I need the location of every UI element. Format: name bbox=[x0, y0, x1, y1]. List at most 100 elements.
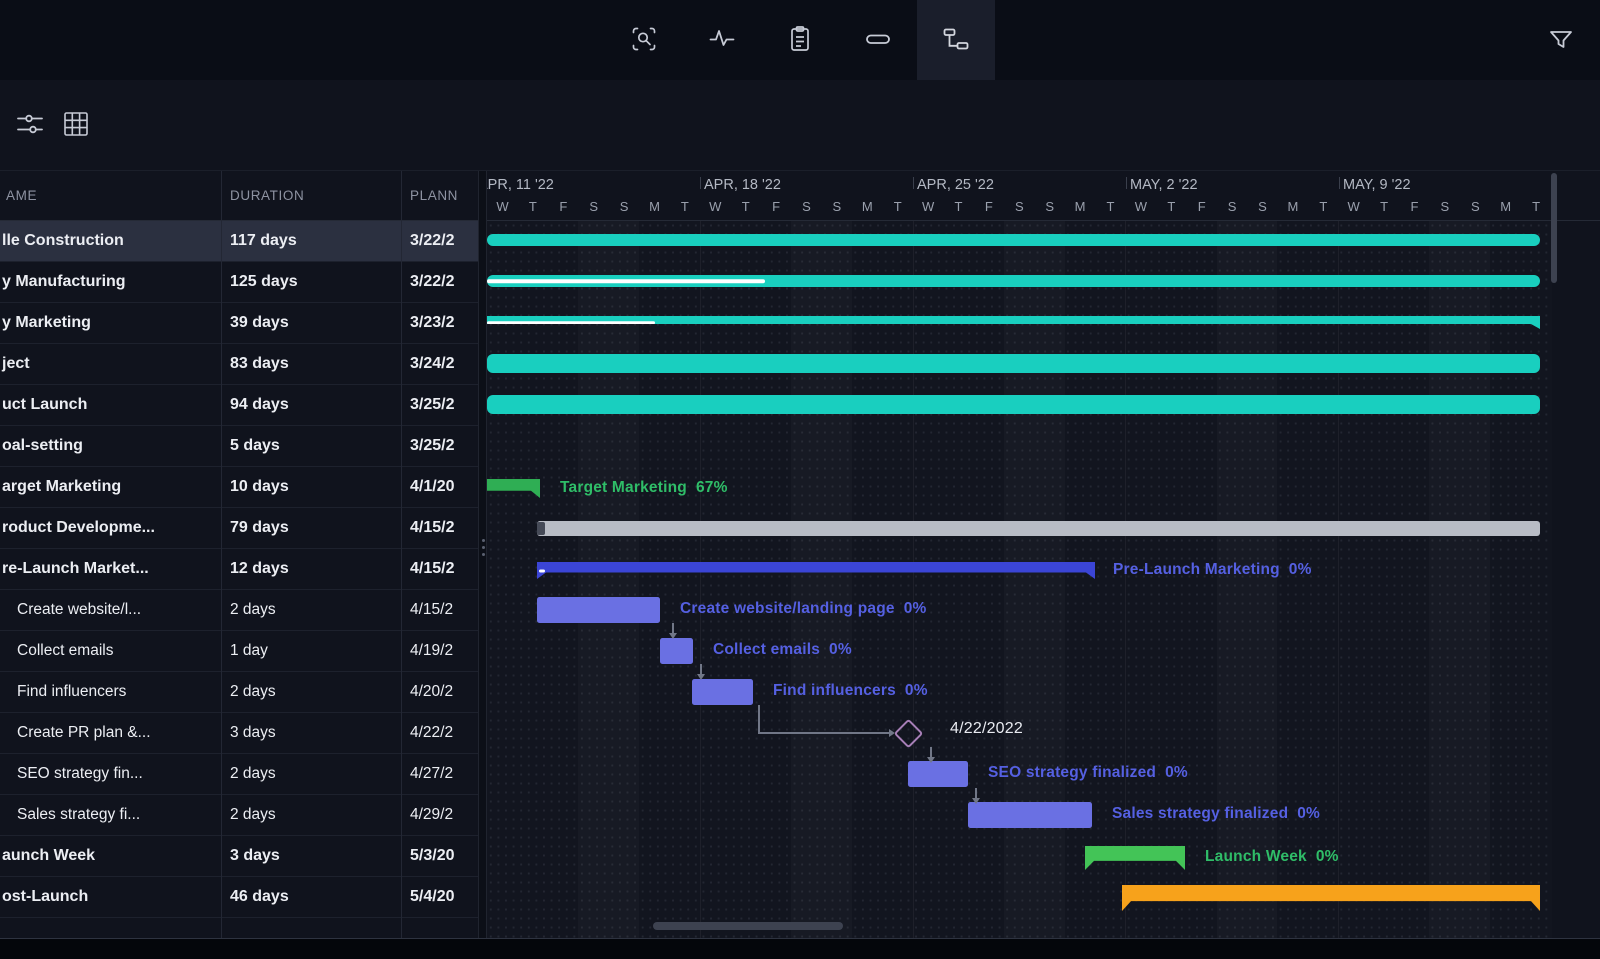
table-row-uct-launch[interactable]: uct Launch94 days3/25/2 bbox=[0, 385, 478, 426]
task-planned-date: 4/19/2 bbox=[402, 642, 478, 660]
task-duration: 94 days bbox=[222, 396, 402, 414]
view-switcher bbox=[605, 0, 995, 80]
table-row-collect-emails[interactable]: Collect emails1 day4/19/2 bbox=[0, 631, 478, 672]
day-label: W bbox=[700, 199, 731, 214]
column-header-name: AME bbox=[0, 188, 222, 203]
task-duration: 10 days bbox=[222, 478, 402, 496]
task-planned-date: 4/27/2 bbox=[402, 765, 478, 783]
task-name: Create website/l... bbox=[0, 601, 222, 619]
table-row-ject[interactable]: ject83 days3/24/2 bbox=[0, 344, 478, 385]
task-planned-date: 5/3/20 bbox=[402, 847, 478, 865]
table-row-y-marketing[interactable]: y Marketing39 days3/23/2 bbox=[0, 303, 478, 344]
task-name: ost-Launch bbox=[0, 888, 222, 906]
day-label: T bbox=[669, 199, 700, 214]
day-label: T bbox=[517, 199, 548, 214]
table-row-find-influencers[interactable]: Find influencers2 days4/20/2 bbox=[0, 672, 478, 713]
task-planned-date: 4/15/2 bbox=[402, 601, 478, 619]
tool-clipboard[interactable] bbox=[761, 0, 839, 80]
task-name: oal-setting bbox=[0, 437, 222, 455]
dependency-arrow bbox=[669, 633, 677, 639]
task-name: Sales strategy fi... bbox=[0, 806, 222, 824]
weekend-band bbox=[1217, 221, 1278, 939]
gantt-bar-sales-strategy-finalized[interactable] bbox=[968, 802, 1092, 828]
gantt-bar-launch-week[interactable] bbox=[1085, 846, 1185, 870]
dependency-line bbox=[975, 788, 977, 798]
table-row-create-pr-plan[interactable]: Create PR plan &...3 days4/22/2 bbox=[0, 713, 478, 754]
bar-label-collect-emails: Collect emails0% bbox=[713, 641, 852, 659]
task-duration: 12 days bbox=[222, 560, 402, 578]
bar-label-create-pr-plan-distribute: 4/22/2022 bbox=[950, 720, 1023, 738]
tool-zoom-select[interactable] bbox=[605, 0, 683, 80]
filter-button[interactable] bbox=[1542, 22, 1580, 58]
gantt-bar-create-website-landing-page[interactable] bbox=[537, 597, 660, 623]
bar-label-pre-launch-marketing: Pre-Launch Marketing0% bbox=[1113, 561, 1312, 579]
day-label: T bbox=[1521, 199, 1552, 214]
table-row-seo-strategy-fin[interactable]: SEO strategy fin...2 days4/27/2 bbox=[0, 754, 478, 795]
table-row-ost-launch[interactable]: ost-Launch46 days5/4/20 bbox=[0, 877, 478, 918]
dependency-line bbox=[758, 732, 889, 734]
gantt-bar-product-development[interactable] bbox=[537, 521, 1540, 536]
task-planned-date: 4/1/20 bbox=[402, 478, 478, 496]
gantt-bar-toy-manufacturing[interactable] bbox=[487, 275, 1540, 287]
gantt-chart: Target Marketing67%Pre-Launch Marketing0… bbox=[487, 221, 1552, 939]
bar-drag-handle[interactable] bbox=[537, 522, 545, 535]
day-label: M bbox=[1065, 199, 1096, 214]
gantt-bar-project[interactable] bbox=[487, 354, 1540, 373]
gantt-bar-collect-emails[interactable] bbox=[660, 638, 693, 664]
tool-gantt[interactable] bbox=[917, 0, 995, 80]
table-row-create-website-l[interactable]: Create website/l...2 days4/15/2 bbox=[0, 590, 478, 631]
task-name: y Manufacturing bbox=[0, 273, 222, 291]
task-duration: 83 days bbox=[222, 355, 402, 373]
gantt-bar-find-influencers[interactable] bbox=[692, 679, 753, 705]
chart-settings-button[interactable] bbox=[14, 108, 46, 143]
day-label: F bbox=[973, 199, 1004, 214]
table-row-re-launch-market[interactable]: re-Launch Market...12 days4/15/2 bbox=[0, 549, 478, 590]
gantt-bar-product-launch[interactable] bbox=[487, 395, 1540, 414]
task-planned-date: 4/15/2 bbox=[402, 519, 478, 537]
week-tick bbox=[700, 177, 701, 189]
table-row-lle-construction[interactable]: lle Construction117 days3/22/2 bbox=[0, 221, 478, 262]
clipboard-icon bbox=[785, 24, 815, 57]
task-planned-date: 3/24/2 bbox=[402, 355, 478, 373]
gantt-bar-seo-strategy-finalized[interactable] bbox=[908, 761, 968, 787]
table-row-oal-setting[interactable]: oal-setting5 days3/25/2 bbox=[0, 426, 478, 467]
table-row-sales-strategy-fi[interactable]: Sales strategy fi...2 days4/29/2 bbox=[0, 795, 478, 836]
horizontal-scrollbar[interactable] bbox=[653, 922, 843, 930]
week-label: APR, 11 '22 bbox=[487, 177, 554, 193]
weekend-band bbox=[1004, 221, 1065, 939]
column-divider bbox=[221, 171, 222, 939]
bottom-strip bbox=[0, 938, 1600, 959]
table-row-roduct-developme[interactable]: roduct Developme...79 days4/15/2 bbox=[0, 508, 478, 549]
day-label: S bbox=[609, 199, 640, 214]
task-name: uct Launch bbox=[0, 396, 222, 414]
table-columns-button[interactable] bbox=[60, 108, 92, 143]
dependency-arrow bbox=[697, 674, 705, 680]
table-row-y-manufacturing[interactable]: y Manufacturing125 days3/22/2 bbox=[0, 262, 478, 303]
day-label: F bbox=[761, 199, 792, 214]
day-label: M bbox=[639, 199, 670, 214]
vertical-scrollbar[interactable] bbox=[1551, 173, 1557, 283]
day-label: S bbox=[821, 199, 852, 214]
week-tick bbox=[1126, 177, 1127, 189]
bar-label-seo-strategy-finalized: SEO strategy finalized0% bbox=[988, 764, 1188, 782]
gantt-bar-target-marketing[interactable] bbox=[487, 479, 540, 498]
task-name: y Marketing bbox=[0, 314, 222, 332]
table-row-arget-marketing[interactable]: arget Marketing10 days4/1/20 bbox=[0, 467, 478, 508]
day-label: F bbox=[1399, 199, 1430, 214]
column-header-planned: PLANN bbox=[402, 188, 478, 203]
dependency-arrow bbox=[927, 757, 935, 763]
gantt-bar-castle-construction[interactable] bbox=[487, 234, 1540, 246]
task-name: re-Launch Market... bbox=[0, 560, 222, 578]
day-label: S bbox=[1429, 199, 1460, 214]
tool-activity[interactable] bbox=[683, 0, 761, 80]
column-divider bbox=[401, 171, 402, 939]
task-name: Create PR plan &... bbox=[0, 724, 222, 742]
table-row-aunch-week[interactable]: aunch Week3 days5/3/20 bbox=[0, 836, 478, 877]
task-duration: 1 day bbox=[222, 642, 402, 660]
panel-splitter[interactable] bbox=[478, 171, 487, 939]
table-header: AME DURATION PLANN bbox=[0, 171, 478, 220]
tool-baseline[interactable] bbox=[839, 0, 917, 80]
task-duration: 79 days bbox=[222, 519, 402, 537]
milestone-create-pr-plan-distribute[interactable] bbox=[893, 718, 923, 748]
bar-label-launch-week: Launch Week0% bbox=[1205, 848, 1339, 866]
